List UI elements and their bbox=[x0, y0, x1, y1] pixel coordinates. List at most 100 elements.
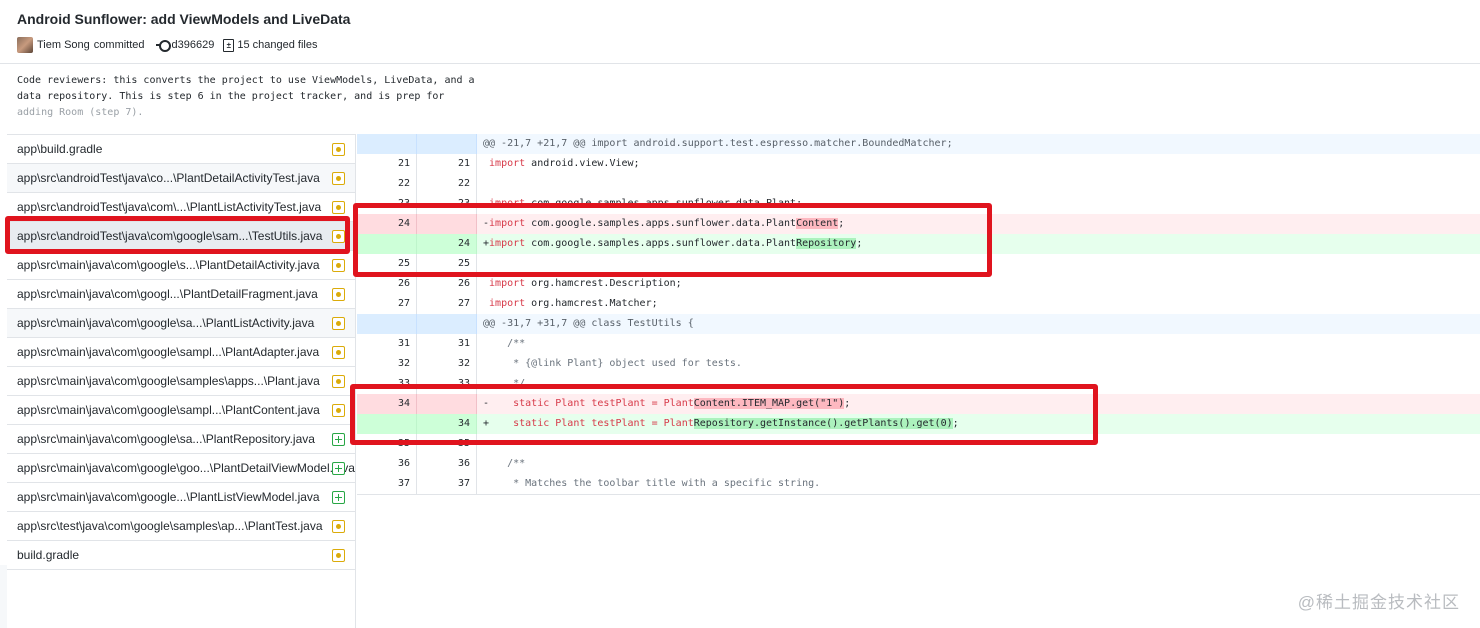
file-path: app\src\androidTest\java\com\google\sam.… bbox=[17, 229, 323, 243]
old-line-number: 26 bbox=[357, 274, 417, 294]
file-item[interactable]: app\src\androidTest\java\com\...\PlantLi… bbox=[7, 193, 355, 222]
diff-line: 23 23 import com.google.samples.apps.sunf… bbox=[357, 194, 1480, 214]
diff-line: 36 36 /** bbox=[357, 454, 1480, 474]
old-line-number: 31 bbox=[357, 334, 417, 354]
file-path: app\src\main\java\com\google\sa...\Plant… bbox=[17, 316, 315, 330]
old-line-number: 24 bbox=[357, 214, 417, 234]
description-line: adding Room (step 7). bbox=[17, 107, 144, 118]
keyword: import bbox=[489, 218, 526, 229]
file-path: app\src\androidTest\java\co...\PlantDeta… bbox=[17, 171, 320, 185]
new-line-number bbox=[417, 314, 477, 334]
file-item[interactable]: app\src\main\java\com\google\sampl...\Pl… bbox=[7, 396, 355, 425]
old-line-number: 34 bbox=[357, 394, 417, 414]
new-line-number: 33 bbox=[417, 374, 477, 394]
code-text: +import com.google.samples.apps.sunflowe… bbox=[483, 234, 862, 254]
old-line-number: 36 bbox=[357, 454, 417, 474]
file-path: build.gradle bbox=[17, 548, 80, 562]
new-line-number: 24 bbox=[417, 234, 477, 254]
modified-status-icon bbox=[332, 375, 345, 388]
file-item[interactable]: app\src\main\java\com\google\sa...\Plant… bbox=[7, 425, 355, 454]
diff-line: 22 22 bbox=[357, 174, 1480, 194]
code-rest: org.hamcrest.Matcher; bbox=[525, 298, 658, 309]
commit-author[interactable]: Tiem Song bbox=[37, 39, 90, 51]
commit-sha[interactable]: d396629 bbox=[172, 39, 215, 51]
file-path: app\src\main\java\com\google\s...\PlantD… bbox=[17, 258, 320, 272]
deleted-line: 24 -import com.google.samples.apps.sunflo… bbox=[357, 214, 1480, 234]
file-item[interactable]: app\src\test\java\com\google\samples\ap.… bbox=[7, 512, 355, 541]
file-item[interactable]: app\src\main\java\com\google\s...\PlantD… bbox=[7, 251, 355, 280]
old-line-number: 27 bbox=[357, 294, 417, 314]
keyword: import bbox=[489, 238, 526, 249]
code-text: import com.google.samples.apps.sunflower… bbox=[483, 194, 802, 214]
added-status-icon bbox=[332, 462, 345, 475]
code-text: import org.hamcrest.Description; bbox=[483, 274, 682, 294]
file-item[interactable]: app\src\main\java\com\google\sa...\Plant… bbox=[7, 309, 355, 338]
modified-status-icon bbox=[332, 288, 345, 301]
code-rest: com.google.samples.apps.sunflower.data.P… bbox=[525, 218, 797, 229]
description-line: Code reviewers: this converts the projec… bbox=[17, 75, 475, 86]
file-path: app\src\main\java\com\google\samples\app… bbox=[17, 374, 320, 388]
file-path: app\src\androidTest\java\com\...\PlantLi… bbox=[17, 200, 322, 214]
old-line-number: 23 bbox=[357, 194, 417, 214]
commit-title: Android Sunflower: add ViewModels and Li… bbox=[17, 11, 351, 27]
file-item[interactable]: app\src\main\java\com\googl...\PlantDeta… bbox=[7, 280, 355, 309]
diff-line: 33 33 */ bbox=[357, 374, 1480, 394]
file-item[interactable]: app\src\main\java\com\google\sampl...\Pl… bbox=[7, 338, 355, 367]
code-text: + static Plant testPlant = PlantReposito… bbox=[483, 414, 959, 434]
diff-line: 35 35 bbox=[357, 434, 1480, 454]
file-path: app\src\main\java\com\google\sampl...\Pl… bbox=[17, 403, 320, 417]
diff-line: 25 25 bbox=[357, 254, 1480, 274]
old-line-number bbox=[357, 134, 417, 154]
modified-status-icon bbox=[332, 259, 345, 272]
code-tail: ; bbox=[838, 218, 845, 229]
new-line-number: 25 bbox=[417, 254, 477, 274]
added-status-icon bbox=[332, 491, 345, 504]
diff-line: 31 31 /** bbox=[357, 334, 1480, 354]
file-diff-icon: ± bbox=[223, 38, 235, 52]
new-line-number: 34 bbox=[417, 414, 477, 434]
diff-view: @@ -21,7 +21,7 @@ import android.support… bbox=[357, 134, 1480, 495]
hunk-header: @@ -21,7 +21,7 @@ import android.support… bbox=[357, 134, 1480, 154]
modified-status-icon bbox=[332, 172, 345, 185]
new-line-number bbox=[417, 134, 477, 154]
file-item[interactable]: app\build.gradle bbox=[7, 135, 355, 164]
avatar[interactable] bbox=[17, 37, 33, 53]
modified-status-icon bbox=[332, 404, 345, 417]
file-item[interactable]: app\src\main\java\com\google...\PlantLis… bbox=[7, 483, 355, 512]
code-text: */ bbox=[483, 378, 526, 389]
file-item[interactable]: app\src\main\java\com\google\samples\app… bbox=[7, 367, 355, 396]
removed-word-highlight: Content.ITEM_MAP.get("1") bbox=[693, 398, 845, 409]
changed-files-count: 15 changed files bbox=[237, 39, 318, 51]
modified-status-icon bbox=[332, 346, 345, 359]
commit-icon bbox=[155, 40, 171, 52]
changed-files-list: app\build.gradle app\src\androidTest\jav… bbox=[7, 134, 356, 628]
old-line-number: 32 bbox=[357, 354, 417, 374]
diff-line: 32 32 * {@link Plant} object used for tes… bbox=[357, 354, 1480, 374]
file-path: app\src\main\java\com\googl...\PlantDeta… bbox=[17, 287, 318, 301]
code-rest: com.google.samples.apps.sunflower.data.P… bbox=[525, 238, 797, 249]
file-path: app\src\main\java\com\google\sampl...\Pl… bbox=[17, 345, 320, 359]
modified-status-icon bbox=[332, 549, 345, 562]
keyword: import bbox=[489, 298, 526, 309]
hunk-header: @@ -31,7 +31,7 @@ class TestUtils { bbox=[357, 314, 1480, 334]
code-prefix: static Plant testPlant = Plant bbox=[489, 418, 694, 429]
code-tail: ; bbox=[952, 418, 959, 429]
file-item-selected[interactable]: app\src\androidTest\java\com\google\sam.… bbox=[7, 222, 355, 251]
diff-line: 26 26 import org.hamcrest.Description; bbox=[357, 274, 1480, 294]
commit-meta: Tiem Song committed d396629 ± 15 changed… bbox=[17, 36, 318, 54]
file-path: app\src\test\java\com\google\samples\ap.… bbox=[17, 519, 323, 533]
file-item[interactable]: build.gradle bbox=[7, 541, 355, 570]
new-line-number: 21 bbox=[417, 154, 477, 174]
new-line-number: 35 bbox=[417, 434, 477, 454]
diff-line: 27 27 import org.hamcrest.Matcher; bbox=[357, 294, 1480, 314]
new-line-number bbox=[417, 394, 477, 414]
added-line: 24 +import com.google.samples.apps.sunflo… bbox=[357, 234, 1480, 254]
added-status-icon bbox=[332, 433, 345, 446]
code-text: import org.hamcrest.Matcher; bbox=[483, 294, 658, 314]
file-item[interactable]: app\src\main\java\com\google\goo...\Plan… bbox=[7, 454, 355, 483]
new-line-number: 26 bbox=[417, 274, 477, 294]
code-rest: android.view.View; bbox=[525, 158, 640, 169]
file-item[interactable]: app\src\androidTest\java\co...\PlantDeta… bbox=[7, 164, 355, 193]
modified-status-icon bbox=[332, 230, 345, 243]
new-line-number: 32 bbox=[417, 354, 477, 374]
